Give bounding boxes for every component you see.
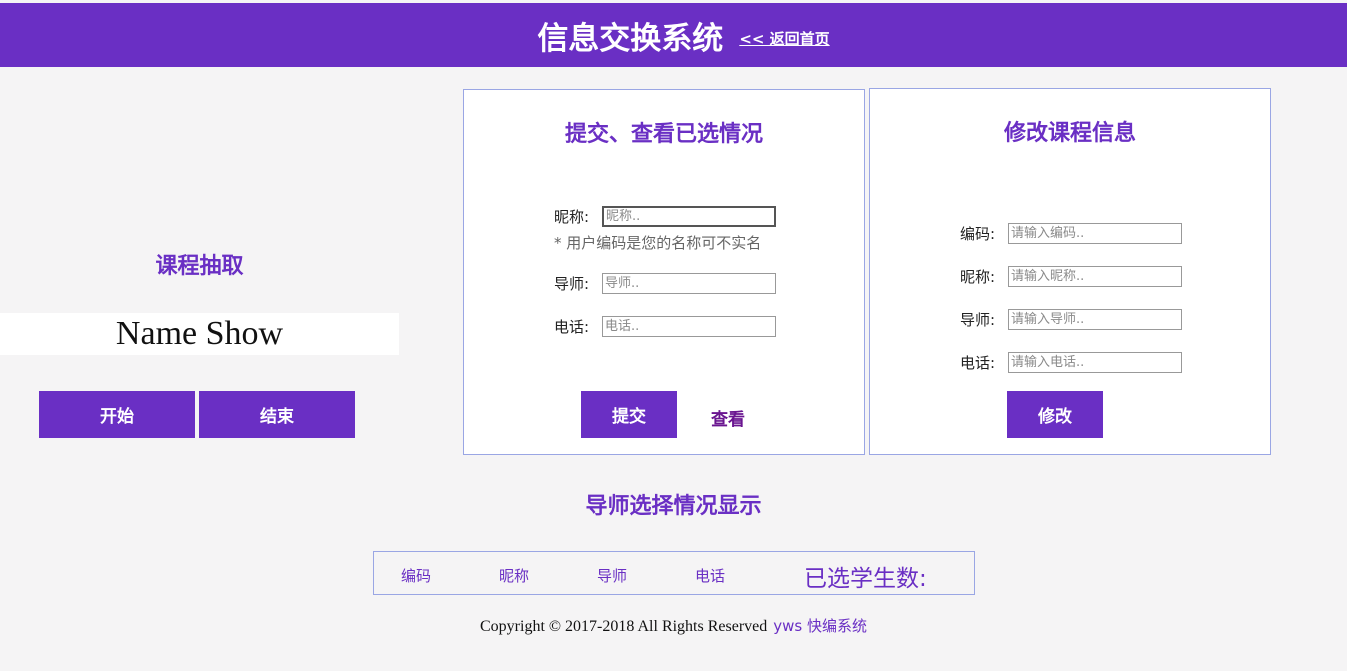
selection-section-title: 导师选择情况显示: [585, 494, 762, 519]
app-title: 信息交换系统: [537, 20, 724, 57]
advisor-label: 导师:: [554, 275, 590, 293]
edit-advisor-input[interactable]: [1008, 309, 1182, 330]
course-draw-title: 课程抽取: [155, 254, 244, 279]
stop-button[interactable]: 结束: [199, 391, 355, 438]
edit-nickname-label: 昵称:: [960, 268, 996, 286]
name-show-display: Name Show: [0, 313, 399, 355]
view-link[interactable]: 查看: [711, 405, 745, 430]
nickname-hint: * 用户编码是您的名称可不实名: [554, 234, 762, 252]
edit-advisor-label: 导师:: [960, 311, 996, 329]
edit-card-title: 修改课程信息: [1003, 121, 1136, 146]
column-nickname: 昵称: [499, 567, 530, 585]
edit-button[interactable]: 修改: [1007, 391, 1103, 438]
advisor-input[interactable]: [602, 273, 776, 294]
column-phone: 电话: [695, 567, 726, 585]
phone-label: 电话:: [554, 318, 590, 336]
code-input[interactable]: [1008, 223, 1182, 244]
selection-table-header: 编码 昵称 导师 电话 已选学生数:: [373, 551, 975, 595]
phone-input[interactable]: [602, 316, 776, 337]
code-label: 编码:: [960, 225, 996, 243]
submit-button[interactable]: 提交: [581, 391, 677, 438]
brand-link[interactable]: yws 快编系统: [773, 617, 867, 635]
back-home-link[interactable]: << 返回首页: [739, 28, 829, 49]
column-advisor: 导师: [597, 567, 628, 585]
submit-card-title: 提交、查看已选情况: [564, 122, 763, 147]
edit-phone-input[interactable]: [1008, 352, 1182, 373]
edit-nickname-input[interactable]: [1008, 266, 1182, 287]
nickname-label: 昵称:: [554, 208, 590, 226]
start-button[interactable]: 开始: [39, 391, 195, 438]
edit-phone-label: 电话:: [960, 354, 996, 372]
edit-course-card: 修改课程信息 编码: 昵称: 导师: 电话: 修改: [869, 88, 1271, 455]
footer: Copyright © 2017-2018 All Rights Reserve…: [0, 615, 1347, 636]
nickname-input[interactable]: [602, 206, 776, 227]
column-code: 编码: [401, 567, 432, 585]
column-student-count: 已选学生数:: [804, 566, 927, 592]
copyright-text: Copyright © 2017-2018 All Rights Reserve…: [480, 618, 768, 635]
submit-view-card: 提交、查看已选情况 昵称: * 用户编码是您的名称可不实名 导师: 电话: 提交…: [463, 89, 865, 455]
header-bar: 信息交换系统 << 返回首页: [0, 3, 1347, 67]
